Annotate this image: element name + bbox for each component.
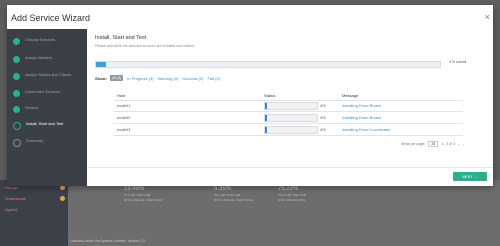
bg-stat: 75.23% 376.9 GB / 500.9 GB DISK REMAININ… xyxy=(278,186,306,202)
overall-progress-fill xyxy=(96,62,107,67)
wizard-step-label: Customize Services xyxy=(25,89,61,94)
filter-all[interactable]: All (3) xyxy=(110,75,124,81)
bg-stat-value: 75.23% xyxy=(278,186,299,192)
page-range: 1 - 3 of 3 xyxy=(441,142,456,146)
wizard-step[interactable]: Assign Masters xyxy=(13,55,85,63)
row-host: node01 xyxy=(117,103,131,108)
bg-stat-sub: 97.7 GB / 465.9 GB xyxy=(124,193,151,197)
table-header-divider xyxy=(113,100,463,101)
step-complete-icon xyxy=(13,73,20,80)
background-content: 19.45% 97.7 GB / 465.9 GB DISK USAGE (/D… xyxy=(68,180,500,246)
wizard-step-label: Summary xyxy=(26,138,44,143)
row-host: node02 xyxy=(117,115,131,120)
row-message-link[interactable]: Installing Druid Broker xyxy=(342,103,381,108)
step-pending-icon xyxy=(13,139,21,147)
step-complete-icon xyxy=(13,90,20,97)
bg-stat-label: DISK USAGE (/DEV/SDA) xyxy=(214,198,254,202)
footer-divider xyxy=(87,167,493,168)
bg-footer: Licensed under the Apache License, Versi… xyxy=(70,239,146,243)
row-progress-fill xyxy=(265,115,268,121)
row-percent: 4% xyxy=(320,103,326,108)
wizard-step[interactable]: Assign Slaves and Clients xyxy=(13,72,85,80)
step-complete-icon xyxy=(13,56,20,63)
row-message-link[interactable]: Installing Druid Broker xyxy=(342,115,381,120)
row-divider xyxy=(113,135,463,136)
bg-stat-sub: 29.1 GB / 545.0 GB xyxy=(214,193,241,197)
bg-stat-value: 19.45% xyxy=(124,186,145,192)
items-per-page-select[interactable]: 25 xyxy=(428,141,439,147)
column-header-message: Message xyxy=(342,93,359,98)
overall-progress-bar xyxy=(95,61,441,68)
filter-in-progress[interactable]: In Progress (3) xyxy=(127,76,153,81)
overall-progress-label: 4 % overall xyxy=(449,60,467,64)
bg-stat: 19.45% 97.7 GB / 465.9 GB DISK USAGE (/D… xyxy=(124,186,163,202)
wizard-step-label: Choose Services xyxy=(25,37,56,42)
row-message-link[interactable]: Installing Druid Coordinator xyxy=(342,127,390,132)
status-filter-bar: Show: All (3) In Progress (3) Warning (0… xyxy=(95,75,224,81)
step-current-icon xyxy=(13,122,21,130)
row-progress-bar xyxy=(264,102,318,110)
wizard-step-label: Review xyxy=(25,105,39,110)
bg-alert-badge xyxy=(60,196,65,201)
row-divider xyxy=(113,123,463,124)
filter-warning[interactable]: Warning (0) xyxy=(158,76,179,81)
next-page-icon[interactable]: › xyxy=(462,142,463,147)
wizard-main-panel: Install, Start and Test Please wait whil… xyxy=(87,29,493,186)
filter-success[interactable]: Success (0) xyxy=(182,76,203,81)
bg-stat: 5.35% 29.1 GB / 545.0 GB DISK USAGE (/DE… xyxy=(214,186,253,202)
column-header-status: Status xyxy=(264,93,276,98)
step-title: Install, Start and Test xyxy=(95,35,147,41)
background-sidebar: Ranger Smartsense Spark2 xyxy=(0,180,68,246)
wizard-step-label: Install, Start and Test xyxy=(26,121,64,126)
filter-fail[interactable]: Fail (0) xyxy=(207,76,219,81)
wizard-step: Summary xyxy=(13,138,86,147)
wizard-step-current: Install, Start and Test xyxy=(13,121,86,130)
row-divider xyxy=(113,111,463,112)
wizard-step[interactable]: Choose Services xyxy=(13,37,85,45)
wizard-step[interactable]: Customize Services xyxy=(13,89,85,97)
wizard-step[interactable]: Review xyxy=(13,105,85,113)
row-progress-bar xyxy=(264,114,318,122)
row-progress-bar xyxy=(264,126,318,134)
pagination: Items per page: 25 1 - 3 of 3 ‹ › xyxy=(401,141,464,147)
prev-page-icon[interactable]: ‹ xyxy=(458,142,459,147)
row-progress-fill xyxy=(265,127,268,133)
bg-stat-sub: 376.9 GB / 500.9 GB xyxy=(278,193,306,197)
items-per-page-label: Items per page: xyxy=(401,142,426,146)
row-percent: 4% xyxy=(320,115,326,120)
row-progress-fill xyxy=(265,103,268,109)
step-complete-icon xyxy=(13,106,20,113)
bg-sidebar-item[interactable]: Spark2 xyxy=(5,207,18,212)
wizard-steps-sidebar: Choose Services Assign Masters Assign Sl… xyxy=(7,29,87,186)
bg-sidebar-item[interactable]: Smartsense xyxy=(5,196,26,201)
bg-stat-label: DISK USAGE (/DEV/SDA) xyxy=(124,198,164,202)
column-header-host: Host xyxy=(117,93,126,98)
next-button[interactable]: NEXT → xyxy=(453,172,487,181)
wizard-step-label: Assign Masters xyxy=(25,55,53,60)
step-subtitle: Please wait while the selected services … xyxy=(95,44,195,48)
bg-stat-label: DISK REMAINING xyxy=(278,198,306,202)
row-host: node03 xyxy=(117,127,131,132)
filter-show-label: Show: xyxy=(95,75,107,81)
step-complete-icon xyxy=(13,38,20,45)
wizard-step-label: Assign Slaves and Clients xyxy=(25,72,72,77)
modal-title: Add Service Wizard xyxy=(11,13,91,23)
row-percent: 4% xyxy=(320,127,326,132)
close-icon[interactable]: × xyxy=(485,12,490,22)
add-service-wizard-modal: Add Service Wizard × Choose Services Ass… xyxy=(7,5,493,186)
bg-stat-value: 5.35% xyxy=(214,186,232,192)
